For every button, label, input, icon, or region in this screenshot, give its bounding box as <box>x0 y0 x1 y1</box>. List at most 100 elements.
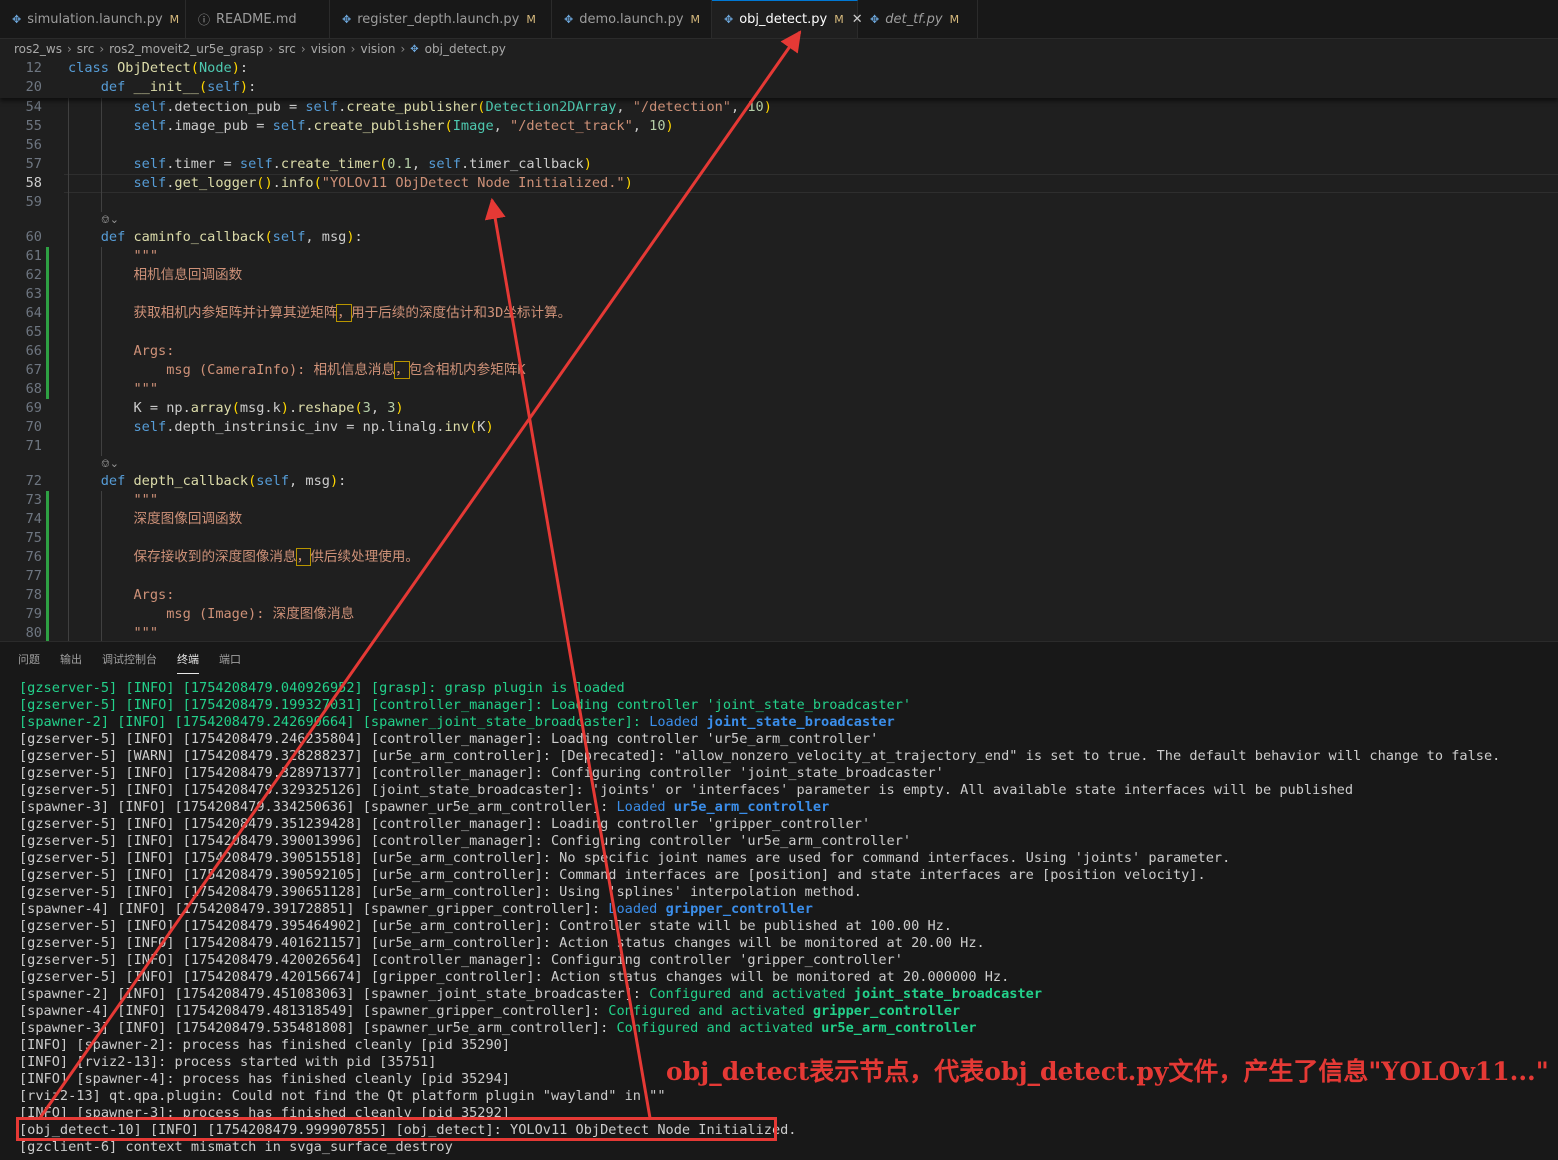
tab-register-depth-launch-py[interactable]: ✥ register_depth.launch.py M <box>330 0 552 38</box>
breadcrumb-item[interactable]: src <box>77 42 95 56</box>
annotation-text: obj_detect表示节点，代表obj_detect.py文件，产生了信息"Y… <box>666 1057 1549 1086</box>
breadcrumb-item[interactable]: ros2_ws <box>14 42 62 56</box>
code-line: 76 保存接收到的深度图像消息，供后续处理使用。 <box>0 548 1558 567</box>
terminal-line-text: [spawner-3] [INFO] [1754208479.535481808… <box>19 1020 617 1036</box>
codelens[interactable]: ⎊⌄ <box>0 212 1558 228</box>
terminal-line-text: [gzserver-5] [INFO] [1754208479.04092695… <box>19 680 625 696</box>
code-text: 相机信息回调函数 <box>68 267 243 283</box>
chevron-right-icon: › <box>400 42 406 56</box>
line-number: 76 <box>25 549 42 565</box>
code-text: def depth_callback(self, msg): <box>100 473 347 489</box>
python-file-icon: ✥ <box>870 12 880 26</box>
code-text: msg (CameraInfo): 相机信息消息，包含相机内参矩阵K <box>68 361 526 379</box>
terminal-status-text: Configured and activated <box>649 986 854 1002</box>
breadcrumb-item[interactable]: vision <box>360 42 395 56</box>
panel-tab[interactable]: 问题 <box>18 645 40 673</box>
panel-tab[interactable]: 终端 <box>177 645 199 674</box>
code-text: self.depth_instrinsic_inv = np.linalg.in… <box>133 419 494 435</box>
terminal-line-text: [INFO] [spawner-4]: process has finished… <box>19 1071 511 1087</box>
line-number: 80 <box>25 625 42 641</box>
panel-tab-bar: 问题 输出 调试控制台 终端 端口 <box>0 642 243 676</box>
breadcrumb-item[interactable]: src <box>278 42 296 56</box>
codelens[interactable]: ⎊⌄ <box>0 456 1558 472</box>
terminal-line: [gzserver-5] [INFO] [1754208479.32897137… <box>19 765 1500 782</box>
code-text: self.detection_pub = self.create_publish… <box>133 99 772 115</box>
code-text: """ <box>68 492 159 508</box>
terminal-status-text: Configured and activated <box>608 1003 813 1019</box>
tab-simulation-launch-py[interactable]: ✥ simulation.launch.py M <box>0 0 186 38</box>
chevron-right-icon: › <box>268 42 274 56</box>
code-line: 70 self.depth_instrinsic_inv = np.linalg… <box>0 418 1558 437</box>
codelens-icon[interactable]: ⎊⌄ <box>101 210 119 229</box>
python-file-icon: ✥ <box>724 13 734 26</box>
tab-label: register_depth.launch.py <box>357 11 520 27</box>
panel-tab[interactable]: 调试控制台 <box>102 645 157 673</box>
terminal-line-text: [rviz2-13] qt.qpa.plugin: Could not find… <box>19 1088 666 1104</box>
terminal-line-text: [gzserver-5] [INFO] [1754208479.39001399… <box>19 833 912 849</box>
code-line: 68 """ <box>0 380 1558 399</box>
sticky-line[interactable]: 20 def __init__(self): <box>0 78 1558 97</box>
indent-guide <box>101 491 102 641</box>
python-file-icon: ✥ <box>564 12 574 26</box>
code-text: Args: <box>68 587 175 603</box>
breadcrumb-item[interactable]: vision <box>311 42 346 56</box>
chevron-right-icon: › <box>99 42 105 56</box>
terminal-line: [gzserver-5] [INFO] [1754208479.19932703… <box>19 697 1500 714</box>
terminal-line-text: [spawner-2] [INFO] [1754208479.451083063… <box>19 986 650 1002</box>
line-number: 75 <box>25 530 42 546</box>
terminal-line-text: [spawner-3] [INFO] [1754208479.334250636… <box>19 799 617 815</box>
breadcrumb-item[interactable]: obj_detect.py <box>425 42 506 56</box>
panel-tab[interactable]: 端口 <box>219 645 241 673</box>
terminal-line-text: [gzclient-6] context mismatch in svga_su… <box>19 1139 453 1155</box>
terminal-line-text: [gzserver-5] [INFO] [1754208479.24623580… <box>19 731 879 747</box>
code-text: """ <box>68 381 159 397</box>
breadcrumb: ros2_ws › src › ros2_moveit2_ur5e_grasp › src ›… <box>14 40 506 58</box>
breadcrumb-item[interactable]: ros2_moveit2_ur5e_grasp <box>109 42 263 56</box>
line-number: 64 <box>25 305 42 321</box>
code-line: 77 <box>0 567 1558 586</box>
code-text: msg (Image): 深度图像消息 <box>68 606 355 622</box>
terminal-status-text: Loaded <box>616 799 674 815</box>
terminal-line-text: [gzserver-5] [INFO] [1754208479.39059210… <box>19 867 1206 883</box>
terminal-line: [gzserver-5] [INFO] [1754208479.42002656… <box>19 952 1500 969</box>
terminal-line-text: [gzserver-5] [INFO] [1754208479.32897137… <box>19 765 944 781</box>
code-line: 80 """ <box>0 624 1558 641</box>
terminal-status-text: Loaded <box>649 714 707 730</box>
sticky-line[interactable]: 12 class ObjDetect(Node): <box>0 59 1558 78</box>
terminal-line-text: [gzserver-5] [WARN] [1754208479.32828823… <box>19 748 1501 764</box>
terminal-line-text: [gzserver-5] [INFO] [1754208479.32932512… <box>19 782 1354 798</box>
terminal-line-text: [gzserver-5] [INFO] [1754208479.39051551… <box>19 850 1231 866</box>
tab-det-tf-py[interactable]: ✥ det_tf.py M <box>858 0 978 38</box>
line-number: 62 <box>25 267 42 283</box>
line-number: 60 <box>25 229 42 245</box>
tab-readme-md[interactable]: ⓘ README.md <box>186 0 330 38</box>
modified-badge: M <box>834 13 844 26</box>
code-line: 54 self.detection_pub = self.create_publ… <box>0 98 1558 117</box>
terminal-line-text: [INFO] [rviz2-13]: process started with … <box>19 1054 437 1070</box>
indent-guide <box>101 98 102 212</box>
modified-badge: M <box>949 12 960 26</box>
tab-label: det_tf.py <box>885 11 943 27</box>
tab-label: simulation.launch.py <box>27 11 163 27</box>
sticky-scroll-header[interactable]: 12 class ObjDetect(Node): 20 def __init__(… <box>0 58 1558 98</box>
tab-obj-detect-py[interactable]: ✥ obj_detect.py M ✕ <box>712 0 863 38</box>
line-number: 69 <box>25 400 42 416</box>
tab-demo-launch-py[interactable]: ✥ demo.launch.py M <box>552 0 712 38</box>
terminal-line-text: [INFO] [spawner-2]: process has finished… <box>19 1037 511 1053</box>
line-number: 61 <box>25 248 42 264</box>
line-number: 74 <box>25 511 42 527</box>
terminal-status-name: gripper_controller <box>665 901 813 917</box>
code-editor[interactable]: 12 class ObjDetect(Node): 20 def __init__(… <box>0 58 1558 641</box>
line-number: 70 <box>25 419 42 435</box>
modified-badge: M <box>169 12 180 26</box>
terminal-line: [spawner-2] [INFO] [1754208479.451083063… <box>19 986 1500 1003</box>
code-line: 66 Args: <box>0 342 1558 361</box>
code-line: 62 相机信息回调函数 <box>0 266 1558 285</box>
line-number: 54 <box>25 99 42 115</box>
panel-tab[interactable]: 输出 <box>60 645 82 673</box>
chevron-right-icon: › <box>66 42 72 56</box>
codelens-icon[interactable]: ⎊⌄ <box>101 454 119 473</box>
indent-guide <box>101 247 102 456</box>
indent-guide <box>68 98 69 641</box>
terminal-status-name: joint_state_broadcaster <box>706 714 895 730</box>
